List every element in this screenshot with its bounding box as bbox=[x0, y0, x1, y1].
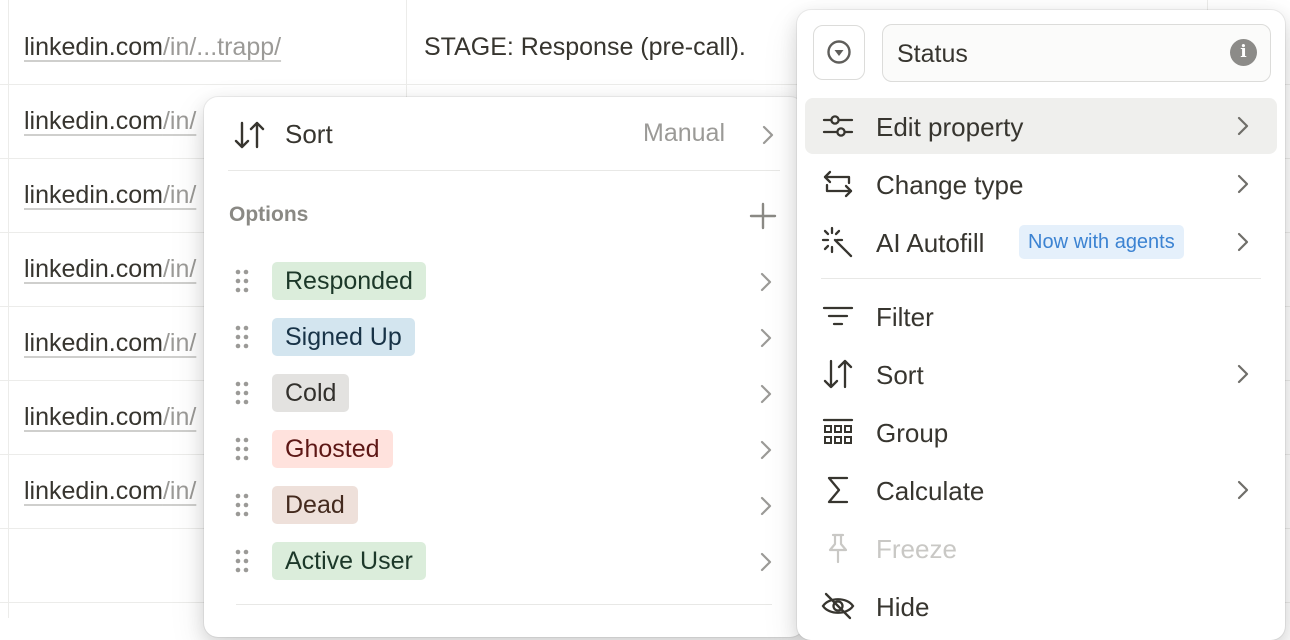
status-type-icon bbox=[827, 40, 851, 64]
chevron-right-icon bbox=[760, 272, 772, 292]
url-cell[interactable]: linkedin.com/in/ bbox=[24, 255, 196, 284]
drag-handle-icon[interactable] bbox=[234, 492, 250, 518]
new-feature-badge: Now with agents bbox=[1019, 225, 1184, 259]
chevron-right-icon bbox=[762, 125, 774, 145]
option-tag: Dead bbox=[272, 486, 358, 524]
option-tag: Responded bbox=[272, 262, 426, 300]
menu-item-calculate[interactable]: Calculate bbox=[805, 462, 1277, 518]
options-heading: Options bbox=[229, 203, 309, 226]
menu-item-ai-autofill[interactable]: AI Autofill Now with agents bbox=[805, 214, 1277, 270]
drag-handle-icon[interactable] bbox=[234, 324, 250, 350]
sort-icon bbox=[234, 121, 265, 149]
chevron-right-icon bbox=[760, 552, 772, 572]
filter-icon bbox=[822, 306, 854, 326]
url-cell[interactable]: linkedin.com/in/ bbox=[24, 107, 196, 136]
info-icon[interactable]: i bbox=[1230, 39, 1257, 66]
sliders-icon bbox=[822, 115, 854, 137]
property-name-value: Status bbox=[897, 40, 968, 68]
option-item-dead[interactable]: Dead bbox=[204, 478, 804, 534]
divider bbox=[236, 604, 772, 605]
eye-slash-icon bbox=[821, 592, 855, 620]
sigma-icon bbox=[827, 476, 849, 504]
options-sort-label: Sort bbox=[285, 119, 333, 149]
options-sort-value: Manual bbox=[643, 119, 725, 147]
url-cell[interactable]: linkedin.com/in/ bbox=[24, 181, 196, 210]
drag-handle-icon[interactable] bbox=[234, 548, 250, 574]
option-tag: Signed Up bbox=[272, 318, 415, 356]
divider bbox=[821, 278, 1261, 279]
property-name-input[interactable]: Status i bbox=[882, 24, 1271, 82]
option-item-responded[interactable]: Responded bbox=[204, 254, 804, 310]
menu-item-sort[interactable]: Sort bbox=[805, 346, 1277, 402]
option-tag: Cold bbox=[272, 374, 350, 412]
menu-item-hide[interactable]: Hide bbox=[805, 578, 1277, 634]
chevron-right-icon bbox=[1237, 232, 1249, 252]
drag-handle-icon[interactable] bbox=[234, 380, 250, 406]
menu-item-edit-property[interactable]: Edit property bbox=[805, 98, 1277, 154]
menu-item-change-type[interactable]: Change type bbox=[805, 156, 1277, 212]
pin-icon bbox=[828, 533, 848, 564]
option-item-signed-up[interactable]: Signed Up bbox=[204, 310, 804, 366]
url-cell[interactable]: linkedin.com/in/ bbox=[24, 477, 196, 506]
option-item-active-user[interactable]: Active User bbox=[204, 534, 804, 590]
option-item-ghosted[interactable]: Ghosted bbox=[204, 422, 804, 478]
chevron-right-icon bbox=[760, 328, 772, 348]
chevron-right-icon bbox=[1237, 364, 1249, 384]
option-tag: Active User bbox=[272, 542, 426, 580]
status-options-menu: Sort Manual Options Responded Signed Up … bbox=[204, 97, 804, 637]
add-option-icon[interactable] bbox=[748, 201, 778, 231]
sort-icon bbox=[823, 359, 853, 389]
options-sort-row[interactable]: Sort Manual bbox=[212, 107, 796, 163]
chevron-right-icon bbox=[760, 384, 772, 404]
drag-handle-icon[interactable] bbox=[234, 268, 250, 294]
notes-cell[interactable]: STAGE: Response (pre-call). bbox=[424, 33, 746, 62]
chevron-right-icon bbox=[1237, 174, 1249, 194]
drag-handle-icon[interactable] bbox=[234, 436, 250, 462]
property-menu: Status i Edit property Change type AI Au… bbox=[797, 10, 1285, 640]
property-type-button[interactable] bbox=[813, 25, 865, 80]
chevron-right-icon bbox=[1237, 116, 1249, 136]
menu-item-freeze: Freeze bbox=[805, 520, 1277, 576]
menu-item-group[interactable]: Group bbox=[805, 404, 1277, 460]
option-item-cold[interactable]: Cold bbox=[204, 366, 804, 422]
url-cell[interactable]: linkedin.com/in/...trapp/ bbox=[24, 33, 281, 62]
chevron-right-icon bbox=[760, 496, 772, 516]
chevron-right-icon bbox=[760, 440, 772, 460]
chevron-right-icon bbox=[1237, 480, 1249, 500]
url-cell[interactable]: linkedin.com/in/ bbox=[24, 403, 196, 432]
change-type-icon bbox=[823, 170, 853, 198]
group-icon bbox=[822, 418, 854, 444]
sparkle-icon bbox=[821, 226, 853, 258]
divider bbox=[228, 170, 780, 171]
url-cell[interactable]: linkedin.com/in/ bbox=[24, 329, 196, 358]
menu-item-filter[interactable]: Filter bbox=[805, 288, 1277, 344]
option-tag: Ghosted bbox=[272, 430, 393, 468]
